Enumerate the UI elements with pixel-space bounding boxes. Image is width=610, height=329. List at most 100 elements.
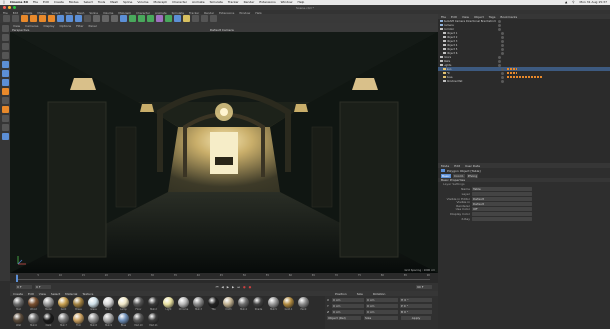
object-tags[interactable] (506, 75, 543, 79)
material-menu-view[interactable]: View (39, 292, 46, 296)
attr-field-value[interactable]: Table (472, 186, 532, 191)
material-menu-select[interactable]: Select (51, 292, 60, 296)
coord-rot-field[interactable]: B 0 ° (400, 309, 432, 314)
tab-phong[interactable]: Phong (466, 173, 479, 178)
material-swatch[interactable]: Mat.9 (101, 312, 116, 328)
play-icon[interactable]: ▶ (227, 285, 229, 289)
material-swatch[interactable]: Brass (71, 296, 86, 312)
go-to-start-icon[interactable]: ⏮ (216, 285, 219, 289)
render-settings-icon[interactable] (111, 15, 118, 22)
attr-menu-user-data[interactable]: User Data (465, 164, 480, 168)
playhead[interactable] (16, 275, 18, 282)
tab-basic[interactable]: Basic (441, 173, 451, 178)
object-row[interactable]: Window Mat (438, 79, 610, 83)
start-frame-field[interactable]: 0 F (16, 285, 32, 289)
snap-icon[interactable] (192, 15, 199, 22)
material-swatch[interactable]: Blue (116, 312, 131, 328)
material-swatch[interactable]: Mat.8 (86, 312, 101, 328)
viewport-menu-display[interactable]: Display (43, 24, 54, 28)
material-swatch[interactable]: Mat.11 (146, 312, 161, 328)
planar-workplane-icon[interactable] (1, 124, 9, 131)
timeline-ruler[interactable]: 051015202530354045505560657075808590 (10, 273, 438, 283)
object-menu-edit[interactable]: Edit (451, 15, 457, 19)
material-swatch[interactable]: Cloth (221, 296, 236, 312)
tweak-mode-icon[interactable] (1, 97, 9, 104)
coord-size-field[interactable]: 0 cm (366, 297, 398, 302)
attr-field-value[interactable]: Default (472, 196, 532, 201)
material-swatch[interactable]: Mat.7 (56, 312, 71, 328)
material-menu-material[interactable]: Material (65, 292, 77, 296)
material-swatch[interactable]: Floor (131, 296, 146, 312)
material-swatch[interactable]: Mat.10 (131, 312, 146, 328)
material-menu-edit[interactable]: Edit (28, 292, 34, 296)
zoom-window-button[interactable] (13, 6, 16, 9)
object-menu-view[interactable]: View (462, 15, 469, 19)
viewport-menu-view[interactable]: View (13, 24, 20, 28)
material-swatch[interactable]: Dark (41, 312, 56, 328)
material-swatch[interactable]: Mat (11, 296, 26, 312)
attr-field-value[interactable] (472, 211, 532, 216)
camera-icon[interactable] (174, 15, 181, 22)
cube-icon[interactable] (120, 15, 127, 22)
array-icon[interactable] (147, 15, 154, 22)
points-mode-icon[interactable] (1, 61, 9, 68)
layout-icon[interactable] (210, 15, 217, 22)
attr-menu-mode[interactable]: Mode (441, 164, 449, 168)
coord-size-field[interactable]: 0 cm (366, 303, 398, 308)
move-tool-icon[interactable] (30, 15, 37, 22)
attr-field-value[interactable] (472, 191, 532, 196)
material-swatch[interactable]: Glass (86, 296, 101, 312)
go-to-end-icon[interactable]: ⏭ (237, 285, 240, 289)
object-menu-object[interactable]: Object (474, 15, 484, 19)
attr-field-value[interactable]: Off (472, 206, 532, 211)
apply-button[interactable]: Apply (401, 316, 431, 320)
material-swatch[interactable]: Chrome (176, 296, 191, 312)
y-axis-icon[interactable] (66, 15, 73, 22)
coord-size-mode-select[interactable]: Size (364, 316, 398, 320)
viewport-menu-filter[interactable]: Filter (76, 24, 83, 28)
close-window-button[interactable] (3, 6, 6, 9)
material-swatch[interactable]: Mat.5 (266, 296, 281, 312)
solo-icon[interactable] (1, 133, 9, 140)
coord-mode-select[interactable]: Object (Rel) (327, 316, 361, 320)
snapping-icon[interactable] (1, 106, 9, 113)
material-swatch[interactable]: Mat.3 (191, 296, 206, 312)
material-swatch[interactable]: Light (161, 296, 176, 312)
current-frame-field[interactable]: 0 F (35, 285, 51, 289)
minimize-window-button[interactable] (8, 6, 11, 9)
texture-mode-icon[interactable] (1, 43, 9, 50)
viewport-menu-cameras[interactable]: Cameras (25, 24, 38, 28)
live-selection-icon[interactable] (21, 15, 28, 22)
rotate-tool-icon[interactable] (48, 15, 55, 22)
attr-field-value[interactable]: Default (472, 201, 532, 206)
floor-icon[interactable] (165, 15, 172, 22)
axis-mode-icon[interactable] (1, 52, 9, 59)
tab-coord[interactable]: Coord. (452, 173, 465, 178)
object-menu-tags[interactable]: Tags (489, 15, 496, 19)
material-swatch[interactable]: Paint (296, 296, 311, 312)
record-icon[interactable]: ● (243, 285, 246, 289)
coord-pos-field[interactable]: 0 cm (332, 297, 364, 302)
material-swatch[interactable]: Mat.1 (101, 296, 116, 312)
material-menu-texture[interactable]: Texture (82, 292, 93, 296)
scale-tool-icon[interactable] (39, 15, 46, 22)
coord-size-field[interactable]: 0 cm (366, 309, 398, 314)
end-frame-field[interactable]: 90 F (416, 285, 432, 289)
deformer-icon[interactable] (156, 15, 163, 22)
undo-icon[interactable] (3, 15, 10, 22)
coord-system-icon[interactable] (84, 15, 91, 22)
pen-icon[interactable] (129, 15, 136, 22)
material-menu-create[interactable]: Create (13, 292, 23, 296)
material-swatch[interactable]: Gold.1 (281, 296, 296, 312)
object-tags[interactable] (506, 71, 517, 75)
viewport-menu-panel[interactable]: Panel (89, 24, 97, 28)
autokey-icon[interactable]: ● (249, 285, 252, 289)
material-swatch[interactable]: Metal (41, 296, 56, 312)
material-swatch[interactable]: Gold (56, 296, 71, 312)
material-swatch[interactable]: Lamp (116, 296, 131, 312)
object-tags[interactable] (506, 67, 517, 71)
locked-workplane-icon[interactable] (1, 115, 9, 122)
material-swatch[interactable]: Mat.2 (146, 296, 161, 312)
material-swatch[interactable]: Tile (206, 296, 221, 312)
coord-pos-field[interactable]: 0 cm (332, 309, 364, 314)
